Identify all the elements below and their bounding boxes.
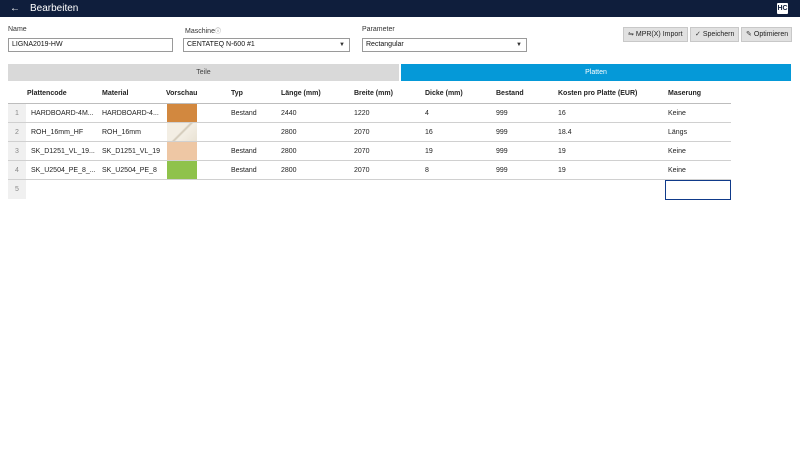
cell-material[interactable]: SK_U2504_PE_8 <box>102 161 162 180</box>
cell-bestand[interactable]: 999 <box>496 104 508 123</box>
save-label: Speichern <box>702 31 735 38</box>
mpr-import-button[interactable]: ⇋ MPR(X) Import <box>623 27 688 42</box>
check-icon: ✓ <box>695 31 701 38</box>
optimize-label: Optimieren <box>753 31 789 38</box>
preview-swatch <box>167 123 197 142</box>
cell-laenge[interactable]: 2800 <box>281 161 297 180</box>
name-field-value: LIGNA2019-HW <box>12 41 63 48</box>
page-title: Bearbeiten <box>30 3 79 14</box>
parameter-select-value: Rectangular <box>366 41 404 48</box>
col-bestand[interactable]: Bestand <box>496 84 524 104</box>
col-typ[interactable]: Typ <box>231 84 243 104</box>
col-material[interactable]: Material <box>102 84 128 104</box>
name-field[interactable]: LIGNA2019-HW <box>8 38 173 52</box>
table-row[interactable]: 3 SK_D1251_VL_19... SK_D1251_VL_19 Besta… <box>8 141 731 161</box>
cell-breite[interactable]: 1220 <box>354 104 370 123</box>
cell-laenge[interactable]: 2800 <box>281 142 297 161</box>
cell-maserung[interactable]: Längs <box>668 123 687 142</box>
cell-maserung[interactable]: Keine <box>668 142 686 161</box>
col-kosten[interactable]: Kosten pro Platte (EUR) <box>558 84 637 104</box>
cell-kosten[interactable]: 19 <box>558 161 566 180</box>
maserung-edit-cell[interactable] <box>665 180 731 200</box>
row-number: 5 <box>8 180 26 199</box>
table-row[interactable]: 2 ROH_16mm_HF ROH_16mm 2800 2070 16 999 … <box>8 122 731 142</box>
machine-select-value: CENTATEQ N-600 #1 <box>187 41 255 48</box>
table-row-new[interactable]: 5 <box>8 179 731 200</box>
row-number: 4 <box>8 161 26 180</box>
chevron-down-icon: ▼ <box>516 42 522 48</box>
cell-kosten[interactable]: 19 <box>558 142 566 161</box>
col-breite[interactable]: Breite (mm) <box>354 84 393 104</box>
table-row[interactable]: 1 HARDBOARD-4M... HARDBOARD-4... Bestand… <box>8 103 731 123</box>
optimize-button[interactable]: ✎ Optimieren <box>741 27 792 42</box>
cell-bestand[interactable]: 999 <box>496 161 508 180</box>
cell-breite[interactable]: 2070 <box>354 161 370 180</box>
col-laenge[interactable]: Länge (mm) <box>281 84 321 104</box>
cell-dicke[interactable]: 4 <box>425 104 429 123</box>
name-label: Name <box>8 26 27 33</box>
cell-typ[interactable]: Bestand <box>231 104 257 123</box>
cell-material[interactable]: ROH_16mm <box>102 123 162 142</box>
table-header: Plattencode Material Vorschau Typ Länge … <box>8 84 731 104</box>
cell-kosten[interactable]: 18.4 <box>558 123 572 142</box>
tab-platten[interactable]: Platten <box>401 64 791 81</box>
row-number: 1 <box>8 104 26 123</box>
info-icon[interactable]: ⓘ <box>215 29 221 35</box>
preview-swatch <box>167 104 197 123</box>
tab-teile[interactable]: Teile <box>8 64 399 81</box>
wand-icon: ✎ <box>746 31 752 38</box>
cell-plattencode[interactable]: SK_U2504_PE_8_... <box>31 161 99 180</box>
parameter-label: Parameter <box>362 26 395 33</box>
cell-breite[interactable]: 2070 <box>354 123 370 142</box>
parameter-select[interactable]: Rectangular ▼ <box>362 38 527 52</box>
cell-breite[interactable]: 2070 <box>354 142 370 161</box>
save-button[interactable]: ✓ Speichern <box>690 27 739 42</box>
cell-bestand[interactable]: 999 <box>496 123 508 142</box>
row-number: 2 <box>8 123 26 142</box>
col-maserung[interactable]: Maserung <box>668 84 701 104</box>
col-plattencode[interactable]: Plattencode <box>27 84 67 104</box>
cell-material[interactable]: HARDBOARD-4... <box>102 104 162 123</box>
cell-bestand[interactable]: 999 <box>496 142 508 161</box>
cell-plattencode[interactable]: ROH_16mm_HF <box>31 123 99 142</box>
cell-dicke[interactable]: 16 <box>425 123 433 142</box>
preview-swatch <box>167 161 197 180</box>
cell-plattencode[interactable]: SK_D1251_VL_19... <box>31 142 99 161</box>
cell-material[interactable]: SK_D1251_VL_19 <box>102 142 162 161</box>
cell-typ[interactable]: Bestand <box>231 142 257 161</box>
cell-maserung[interactable]: Keine <box>668 161 686 180</box>
col-vorschau[interactable]: Vorschau <box>166 84 197 104</box>
preview-swatch <box>167 142 197 161</box>
cell-plattencode[interactable]: HARDBOARD-4M... <box>31 104 99 123</box>
machine-label-text: Maschine <box>185 28 215 35</box>
cell-dicke[interactable]: 8 <box>425 161 429 180</box>
cell-maserung[interactable]: Keine <box>668 104 686 123</box>
cell-laenge[interactable]: 2800 <box>281 123 297 142</box>
boards-table: Plattencode Material Vorschau Typ Länge … <box>8 84 731 200</box>
back-arrow-icon[interactable]: ← <box>10 0 20 17</box>
top-bar: ← Bearbeiten HC <box>0 0 800 17</box>
row-number: 3 <box>8 142 26 161</box>
cell-dicke[interactable]: 19 <box>425 142 433 161</box>
cell-kosten[interactable]: 16 <box>558 104 566 123</box>
import-icon: ⇋ <box>628 31 634 38</box>
cell-laenge[interactable]: 2440 <box>281 104 297 123</box>
col-dicke[interactable]: Dicke (mm) <box>425 84 463 104</box>
machine-select[interactable]: CENTATEQ N-600 #1 ▼ <box>183 38 350 52</box>
mpr-import-label: MPR(X) Import <box>635 31 683 38</box>
app-logo: HC <box>777 3 788 14</box>
machine-label: Maschineⓘ <box>185 26 221 35</box>
chevron-down-icon: ▼ <box>339 42 345 48</box>
table-row[interactable]: 4 SK_U2504_PE_8_... SK_U2504_PE_8 Bestan… <box>8 160 731 180</box>
cell-typ[interactable]: Bestand <box>231 161 257 180</box>
